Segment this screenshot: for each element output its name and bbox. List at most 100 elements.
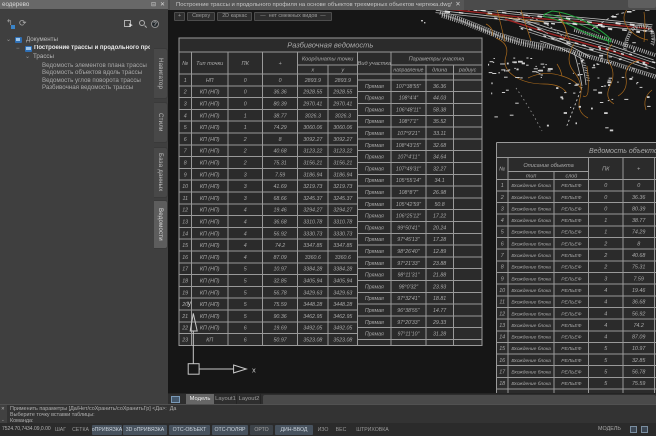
svg-text:Прямая: Прямая [365,308,384,314]
svg-text:x: x [252,366,256,375]
svg-text:РЕЛЬЕФ: РЕЛЬЕФ [561,370,581,376]
svg-text:тип: тип [526,174,536,180]
svg-text:КП (НП): КП (НП) [200,137,220,143]
svg-text:КП (НП): КП (НП) [200,172,220,178]
svg-text:3405.94: 3405.94 [303,279,322,285]
svg-text:2893.9: 2893.9 [334,78,351,84]
svg-text:108°7'1": 108°7'1" [399,119,419,125]
svg-text:Прямая: Прямая [365,214,384,220]
svg-text:19.69: 19.69 [273,326,286,332]
svg-text:6: 6 [501,241,504,247]
svg-text:КП (НП): КП (НП) [200,326,220,332]
svg-text:7.59: 7.59 [633,276,644,282]
svg-text:КП (НП): КП (НП) [200,279,220,285]
svg-text:97°20'33": 97°20'33" [397,320,420,326]
svg-text:3523.08: 3523.08 [303,338,322,344]
svg-text:87.09: 87.09 [273,255,286,261]
svg-text:Прямая: Прямая [365,166,384,172]
svg-text:Прямая: Прямая [365,119,384,125]
svg-text:направление: направление [393,68,423,74]
svg-text:КП (НП): КП (НП) [200,290,220,296]
svg-text:2970.41: 2970.41 [332,102,352,108]
svg-text:18: 18 [499,381,505,387]
svg-text:Вхождение блока: Вхождение блока [511,276,551,282]
svg-text:75.31: 75.31 [273,161,286,167]
svg-text:3156.21: 3156.21 [303,161,322,167]
svg-text:97°45'13": 97°45'13" [397,237,420,243]
svg-text:РЕЛЬЕФ: РЕЛЬЕФ [561,195,581,201]
svg-text:80.39: 80.39 [632,206,646,212]
svg-text:Прямая: Прямая [365,332,384,338]
svg-text:14.77: 14.77 [433,308,447,314]
svg-text:10.97: 10.97 [632,346,646,352]
svg-text:56.78: 56.78 [273,290,286,296]
svg-text:3156.21: 3156.21 [333,161,352,167]
svg-text:22: 22 [181,326,188,332]
svg-text:3092.27: 3092.27 [333,137,353,143]
svg-text:КП (НП): КП (НП) [200,161,220,167]
svg-text:3462.95: 3462.95 [333,314,352,320]
svg-text:1: 1 [604,230,607,236]
svg-text:КП (НП): КП (НП) [200,184,220,190]
svg-text:0: 0 [244,102,247,108]
svg-text:5: 5 [244,314,247,320]
svg-text:4: 4 [604,335,607,341]
svg-text:Прямая: Прямая [365,178,384,184]
svg-text:11: 11 [182,196,188,202]
svg-text:1: 1 [501,183,504,189]
svg-text:19.46: 19.46 [273,208,286,214]
svg-text:40.68: 40.68 [273,149,286,155]
svg-text:Прямая: Прямая [365,107,384,113]
svg-text:12: 12 [499,311,505,317]
svg-text:3026.3: 3026.3 [335,113,351,119]
svg-text:4: 4 [244,231,247,237]
svg-text:3026.3: 3026.3 [305,113,321,119]
svg-text:4: 4 [184,113,187,119]
svg-text:КП (НП): КП (НП) [200,90,220,96]
svg-text:№: № [182,61,188,67]
svg-text:Прямая: Прямая [365,273,384,279]
svg-text:33.11: 33.11 [433,131,446,137]
svg-text:13: 13 [182,220,188,226]
svg-text:3060.06: 3060.06 [333,125,352,131]
svg-text:ПК: ПК [602,167,610,173]
svg-text:Прямая: Прямая [365,296,384,302]
svg-text:36.36: 36.36 [273,90,286,96]
svg-text:3186.94: 3186.94 [303,172,322,178]
svg-text:РЕЛЬЕФ: РЕЛЬЕФ [561,323,581,329]
svg-text:3: 3 [244,196,247,202]
svg-text:75.59: 75.59 [273,302,286,308]
svg-text:3219.73: 3219.73 [303,184,322,190]
svg-text:Вхождение блока: Вхождение блока [511,230,551,236]
svg-text:КП (НП): КП (НП) [200,314,220,320]
svg-text:3123.22: 3123.22 [333,149,352,155]
svg-text:РЕЛЬЕФ: РЕЛЬЕФ [561,206,581,212]
svg-text:75.31: 75.31 [632,265,646,271]
svg-text:34.64: 34.64 [433,155,446,161]
svg-text:107°49'31": 107°49'31" [396,166,422,172]
svg-text:14: 14 [499,335,505,341]
svg-text:Вхождение блока: Вхождение блока [511,265,551,271]
svg-text:КП (НП): КП (НП) [200,220,220,226]
svg-text:Параметры участка: Параметры участка [409,57,465,63]
svg-text:3123.22: 3123.22 [303,149,322,155]
svg-text:3060.06: 3060.06 [303,125,322,131]
svg-text:2: 2 [603,253,607,259]
svg-text:Прямая: Прямая [365,237,384,243]
svg-text:5: 5 [184,125,187,131]
svg-text:18.81: 18.81 [433,296,446,302]
svg-text:35.52: 35.52 [433,119,446,125]
svg-text:2: 2 [243,149,247,155]
svg-text:5: 5 [244,267,247,273]
svg-text:10.97: 10.97 [273,267,287,273]
svg-text:3448.28: 3448.28 [303,302,322,308]
svg-text:Координаты точки: Координаты точки [302,57,353,63]
svg-text:4: 4 [244,208,247,214]
svg-text:3: 3 [501,206,504,212]
svg-text:3384.28: 3384.28 [303,267,322,273]
svg-text:20.24: 20.24 [432,225,446,231]
svg-text:2970.41: 2970.41 [302,102,322,108]
svg-text:Прямая: Прямая [365,249,384,255]
svg-text:3330.73: 3330.73 [333,231,352,237]
svg-text:Прямая: Прямая [365,261,384,267]
